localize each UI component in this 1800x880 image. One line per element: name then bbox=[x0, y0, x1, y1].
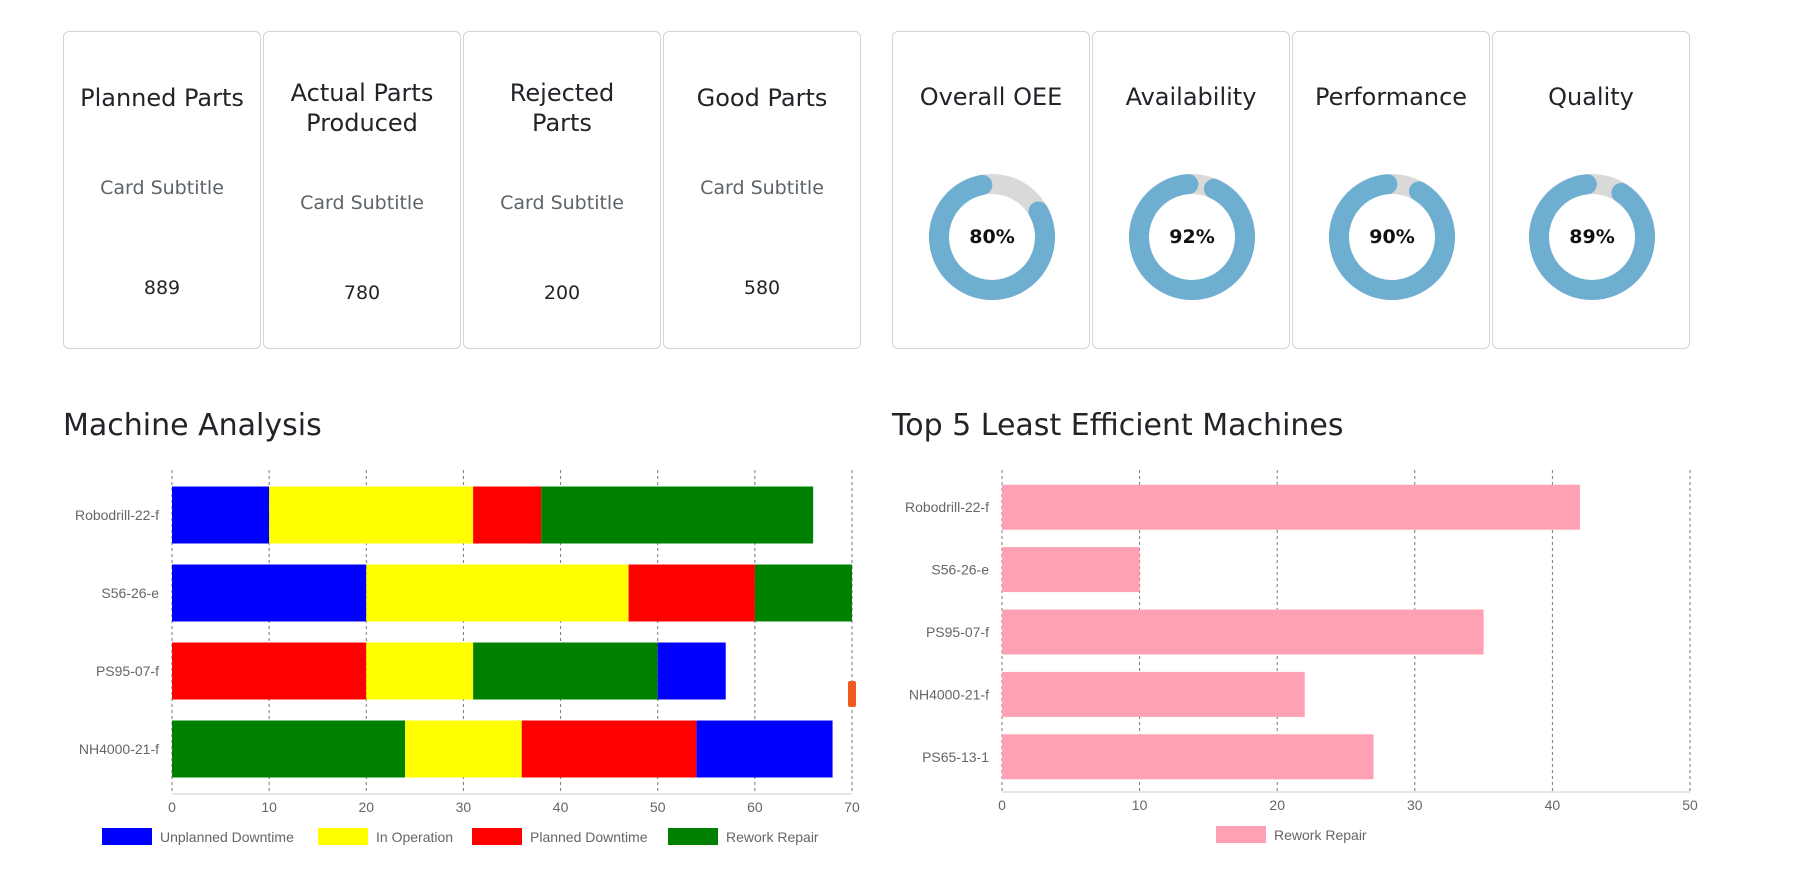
bar-segment[interactable] bbox=[473, 486, 542, 544]
oee-value-label: 80% bbox=[969, 226, 1015, 248]
bar[interactable] bbox=[1002, 609, 1484, 655]
x-tick-label: 10 bbox=[261, 799, 277, 815]
bar[interactable] bbox=[1002, 484, 1580, 530]
y-category-label: PS65-13-1 bbox=[922, 749, 989, 765]
y-category-label: Robodrill-22-f bbox=[75, 507, 159, 523]
kpi-card-value: 200 bbox=[543, 282, 581, 304]
x-tick-label: 30 bbox=[456, 799, 472, 815]
oee-card: Quality 89% bbox=[1492, 31, 1690, 349]
kpi-card-title: Actual Parts bbox=[290, 79, 434, 107]
oee-card: Overall OEE 80% bbox=[892, 31, 1090, 349]
y-category-label: PS95-07-f bbox=[96, 663, 159, 679]
legend-swatch bbox=[318, 828, 368, 845]
oee-card-title: Overall OEE bbox=[919, 83, 1063, 111]
kpi-card-subtitle: Card Subtitle bbox=[100, 177, 224, 199]
kpi-card-value: 780 bbox=[343, 282, 381, 304]
oee-card: Availability 92% bbox=[1092, 31, 1290, 349]
least-efficient-title: Top 5 Least Efficient Machines bbox=[892, 408, 1344, 443]
kpi-card-title: Produced bbox=[306, 109, 418, 137]
bar-segment[interactable] bbox=[628, 564, 755, 622]
x-tick-label: 20 bbox=[358, 799, 374, 815]
machine-analysis-title: Machine Analysis bbox=[63, 408, 322, 443]
x-tick-label: 30 bbox=[1407, 797, 1423, 813]
kpi-card-value: 580 bbox=[743, 277, 781, 299]
oee-value-label: 90% bbox=[1369, 226, 1415, 248]
x-tick-label: 0 bbox=[168, 799, 176, 815]
oee-card-title: Quality bbox=[1548, 83, 1634, 111]
kpi-card-title: Planned Parts bbox=[80, 84, 244, 112]
legend-label: Rework Repair bbox=[1274, 827, 1367, 843]
x-tick-label: 40 bbox=[1545, 797, 1561, 813]
kpi-card-title: Rejected bbox=[509, 79, 615, 107]
oee-card: Performance 90% bbox=[1292, 31, 1490, 349]
bar-segment[interactable] bbox=[657, 642, 726, 700]
kpi-card-subtitle: Card Subtitle bbox=[300, 192, 424, 214]
bar-segment[interactable] bbox=[473, 642, 658, 700]
x-tick-label: 0 bbox=[998, 797, 1006, 813]
bar-segment[interactable] bbox=[541, 486, 814, 544]
legend-label: Unplanned Downtime bbox=[160, 829, 294, 845]
least-efficient-chart: 0 10 20 30 40 50 Robodrill-22-f S56-26-e PS95-07… bbox=[905, 470, 1698, 843]
kpi-card-title: Parts bbox=[532, 109, 592, 137]
y-category-label: NH4000-21-f bbox=[79, 741, 159, 757]
kpi-card-value: 889 bbox=[143, 277, 181, 299]
y-category-label: Robodrill-22-f bbox=[905, 499, 989, 515]
bar-segment[interactable] bbox=[172, 564, 367, 622]
bar-segment[interactable] bbox=[172, 720, 406, 778]
oee-card-title: Performance bbox=[1314, 83, 1468, 111]
bar-segment[interactable] bbox=[754, 564, 852, 622]
oee-card-title: Availability bbox=[1125, 83, 1257, 111]
kpi-card: Actual Parts Produced Card Subtitle 780 bbox=[263, 31, 461, 349]
legend-swatch bbox=[1216, 826, 1266, 843]
y-category-label: S56-26-e bbox=[931, 562, 989, 578]
bar[interactable] bbox=[1002, 671, 1305, 717]
legend-label: Rework Repair bbox=[726, 829, 819, 845]
bar-segment[interactable] bbox=[172, 642, 367, 700]
bar[interactable] bbox=[1002, 547, 1140, 593]
x-tick-label: 50 bbox=[650, 799, 666, 815]
kpi-card-subtitle: Card Subtitle bbox=[700, 177, 824, 199]
legend-swatch bbox=[472, 828, 522, 845]
bar-segment[interactable] bbox=[366, 642, 474, 700]
bar-segment[interactable] bbox=[521, 720, 697, 778]
kpi-card: Rejected Parts Card Subtitle 200 bbox=[463, 31, 661, 349]
x-tick-label: 20 bbox=[1269, 797, 1285, 813]
bar-segment[interactable] bbox=[405, 720, 522, 778]
x-tick-label: 40 bbox=[553, 799, 569, 815]
x-tick-label: 50 bbox=[1682, 797, 1698, 813]
machine-analysis-chart: 0 10 20 30 40 50 60 70 Robodrill-22-f S56-26-e PS9… bbox=[75, 470, 860, 845]
y-category-label: NH4000-21-f bbox=[909, 686, 989, 702]
oee-value-label: 89% bbox=[1569, 226, 1615, 248]
kpi-card-subtitle: Card Subtitle bbox=[500, 192, 624, 214]
legend-swatch bbox=[668, 828, 718, 845]
overflow-marker bbox=[848, 681, 856, 707]
kpi-card: Good Parts Card Subtitle 580 bbox=[663, 31, 861, 349]
bar-segment[interactable] bbox=[172, 486, 270, 544]
bar-segment[interactable] bbox=[366, 564, 629, 622]
x-tick-label: 60 bbox=[747, 799, 763, 815]
legend-swatch bbox=[102, 828, 152, 845]
bar[interactable] bbox=[1002, 734, 1374, 780]
kpi-card-title: Good Parts bbox=[696, 84, 828, 112]
oee-value-label: 92% bbox=[1169, 226, 1215, 248]
x-tick-label: 10 bbox=[1132, 797, 1148, 813]
y-category-label: PS95-07-f bbox=[926, 624, 989, 640]
kpi-card: Planned Parts Card Subtitle 889 bbox=[63, 31, 261, 349]
legend-label: Planned Downtime bbox=[530, 829, 648, 845]
x-tick-label: 70 bbox=[844, 799, 860, 815]
y-category-label: S56-26-e bbox=[101, 585, 159, 601]
legend-label: In Operation bbox=[376, 829, 453, 845]
bar-segment[interactable] bbox=[269, 486, 474, 544]
bar-segment[interactable] bbox=[696, 720, 833, 778]
